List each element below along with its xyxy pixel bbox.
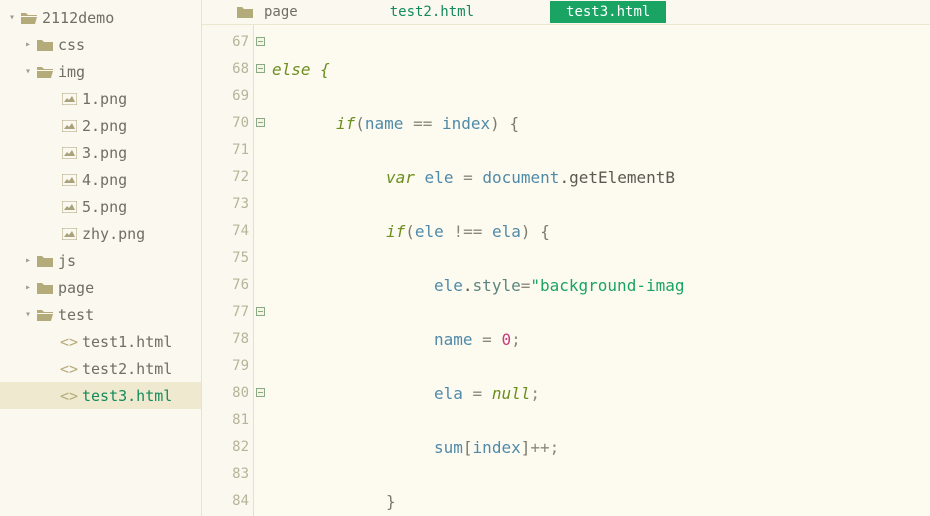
code-area[interactable]: else { if(name == index) { var ele = doc…	[254, 25, 930, 516]
file-label: 1.png	[82, 90, 127, 108]
keyword: null	[492, 384, 531, 403]
tree-folder-page[interactable]: ▸ page	[0, 274, 201, 301]
line-number: 82	[202, 434, 253, 461]
folder-label: test	[58, 306, 94, 324]
keyword: var	[386, 168, 415, 187]
keyword: if	[386, 222, 405, 241]
folder-label: 2112demo	[42, 9, 114, 27]
tab-label: test3.html	[566, 4, 650, 20]
line-number: 71	[202, 137, 253, 164]
line-number: 69	[202, 83, 253, 110]
line-number: 67	[202, 29, 253, 56]
breadcrumb-tabs: page test2.html test3.html	[202, 0, 930, 24]
tree-file-image[interactable]: · zhy.png	[0, 220, 201, 247]
code-editor[interactable]: 676869707172737475767778798081828384 els…	[202, 24, 930, 516]
image-icon	[60, 120, 78, 132]
image-icon	[60, 228, 78, 240]
folder-open-icon	[36, 308, 54, 321]
tree-file-html[interactable]: · <> test1.html	[0, 328, 201, 355]
file-label: test3.html	[82, 387, 172, 405]
image-icon	[60, 93, 78, 105]
breadcrumb-folder[interactable]: page	[220, 1, 314, 23]
file-label: test2.html	[82, 360, 172, 378]
fold-icon[interactable]	[256, 388, 265, 397]
image-icon	[60, 174, 78, 186]
fold-icon[interactable]	[256, 118, 265, 127]
line-number: 79	[202, 353, 253, 380]
tree-folder-test[interactable]: ▾ test	[0, 301, 201, 328]
line-number: 73	[202, 191, 253, 218]
tree-folder-img[interactable]: ▾ img	[0, 58, 201, 85]
tree-file-image[interactable]: · 4.png	[0, 166, 201, 193]
tree-folder-js[interactable]: ▸ js	[0, 247, 201, 274]
file-label: zhy.png	[82, 225, 145, 243]
keyword: if	[336, 114, 355, 133]
chevron-right-icon: ▸	[22, 282, 34, 293]
line-number: 78	[202, 326, 253, 353]
keyword: else {	[272, 60, 330, 79]
chevron-down-icon: ▾	[22, 66, 34, 77]
tree-file-html[interactable]: · <> test2.html	[0, 355, 201, 382]
line-number: 84	[202, 488, 253, 515]
line-number: 75	[202, 245, 253, 272]
line-number: 83	[202, 461, 253, 488]
code-icon: <>	[60, 360, 78, 378]
line-number: 74	[202, 218, 253, 245]
tree-file-image[interactable]: · 5.png	[0, 193, 201, 220]
file-label: 3.png	[82, 144, 127, 162]
fold-icon[interactable]	[256, 307, 265, 316]
tree-root-folder[interactable]: ▾ 2112demo	[0, 4, 201, 31]
folder-open-icon	[36, 65, 54, 78]
folder-label: css	[58, 36, 85, 54]
file-label: 2.png	[82, 117, 127, 135]
tab-file[interactable]: test2.html	[374, 1, 490, 23]
tree-file-image[interactable]: · 2.png	[0, 112, 201, 139]
tree-file-html-active[interactable]: · <> test3.html	[0, 382, 201, 409]
chevron-down-icon: ▾	[22, 309, 34, 320]
folder-icon	[236, 6, 254, 18]
chevron-down-icon: ▾	[6, 12, 18, 23]
tree-file-image[interactable]: · 1.png	[0, 85, 201, 112]
chevron-right-icon: ▸	[22, 39, 34, 50]
chevron-right-icon: ▸	[22, 255, 34, 266]
code-icon: <>	[60, 333, 78, 351]
fold-icon[interactable]	[256, 37, 265, 46]
file-label: test1.html	[82, 333, 172, 351]
app-root: ▾ 2112demo ▸ css ▾ img · 1.p	[0, 0, 930, 516]
file-label: 5.png	[82, 198, 127, 216]
line-number: 70	[202, 110, 253, 137]
editor-pane: page test2.html test3.html 6768697071727…	[202, 0, 930, 516]
file-label: 4.png	[82, 171, 127, 189]
folder-label: js	[58, 252, 76, 270]
image-icon	[60, 147, 78, 159]
fold-icon[interactable]	[256, 64, 265, 73]
file-tree: ▾ 2112demo ▸ css ▾ img · 1.p	[0, 0, 202, 516]
folder-icon	[36, 282, 54, 294]
tree-folder-css[interactable]: ▸ css	[0, 31, 201, 58]
code-icon: <>	[60, 387, 78, 405]
folder-label: page	[58, 279, 94, 297]
brace: }	[386, 492, 396, 511]
line-number: 76	[202, 272, 253, 299]
tree-file-image[interactable]: · 3.png	[0, 139, 201, 166]
string: "background-imag	[530, 276, 684, 295]
line-gutter: 676869707172737475767778798081828384	[202, 25, 254, 516]
line-number: 72	[202, 164, 253, 191]
image-icon	[60, 201, 78, 213]
number: 0	[501, 330, 511, 349]
line-number: 81	[202, 407, 253, 434]
line-number: 80	[202, 380, 253, 407]
tab-label: test2.html	[390, 4, 474, 20]
tab-label: page	[264, 4, 298, 20]
folder-icon	[36, 255, 54, 267]
line-number: 68	[202, 56, 253, 83]
folder-label: img	[58, 63, 85, 81]
folder-icon	[36, 39, 54, 51]
line-number: 77	[202, 299, 253, 326]
folder-open-icon	[20, 11, 38, 24]
tab-file-active[interactable]: test3.html	[550, 1, 666, 23]
